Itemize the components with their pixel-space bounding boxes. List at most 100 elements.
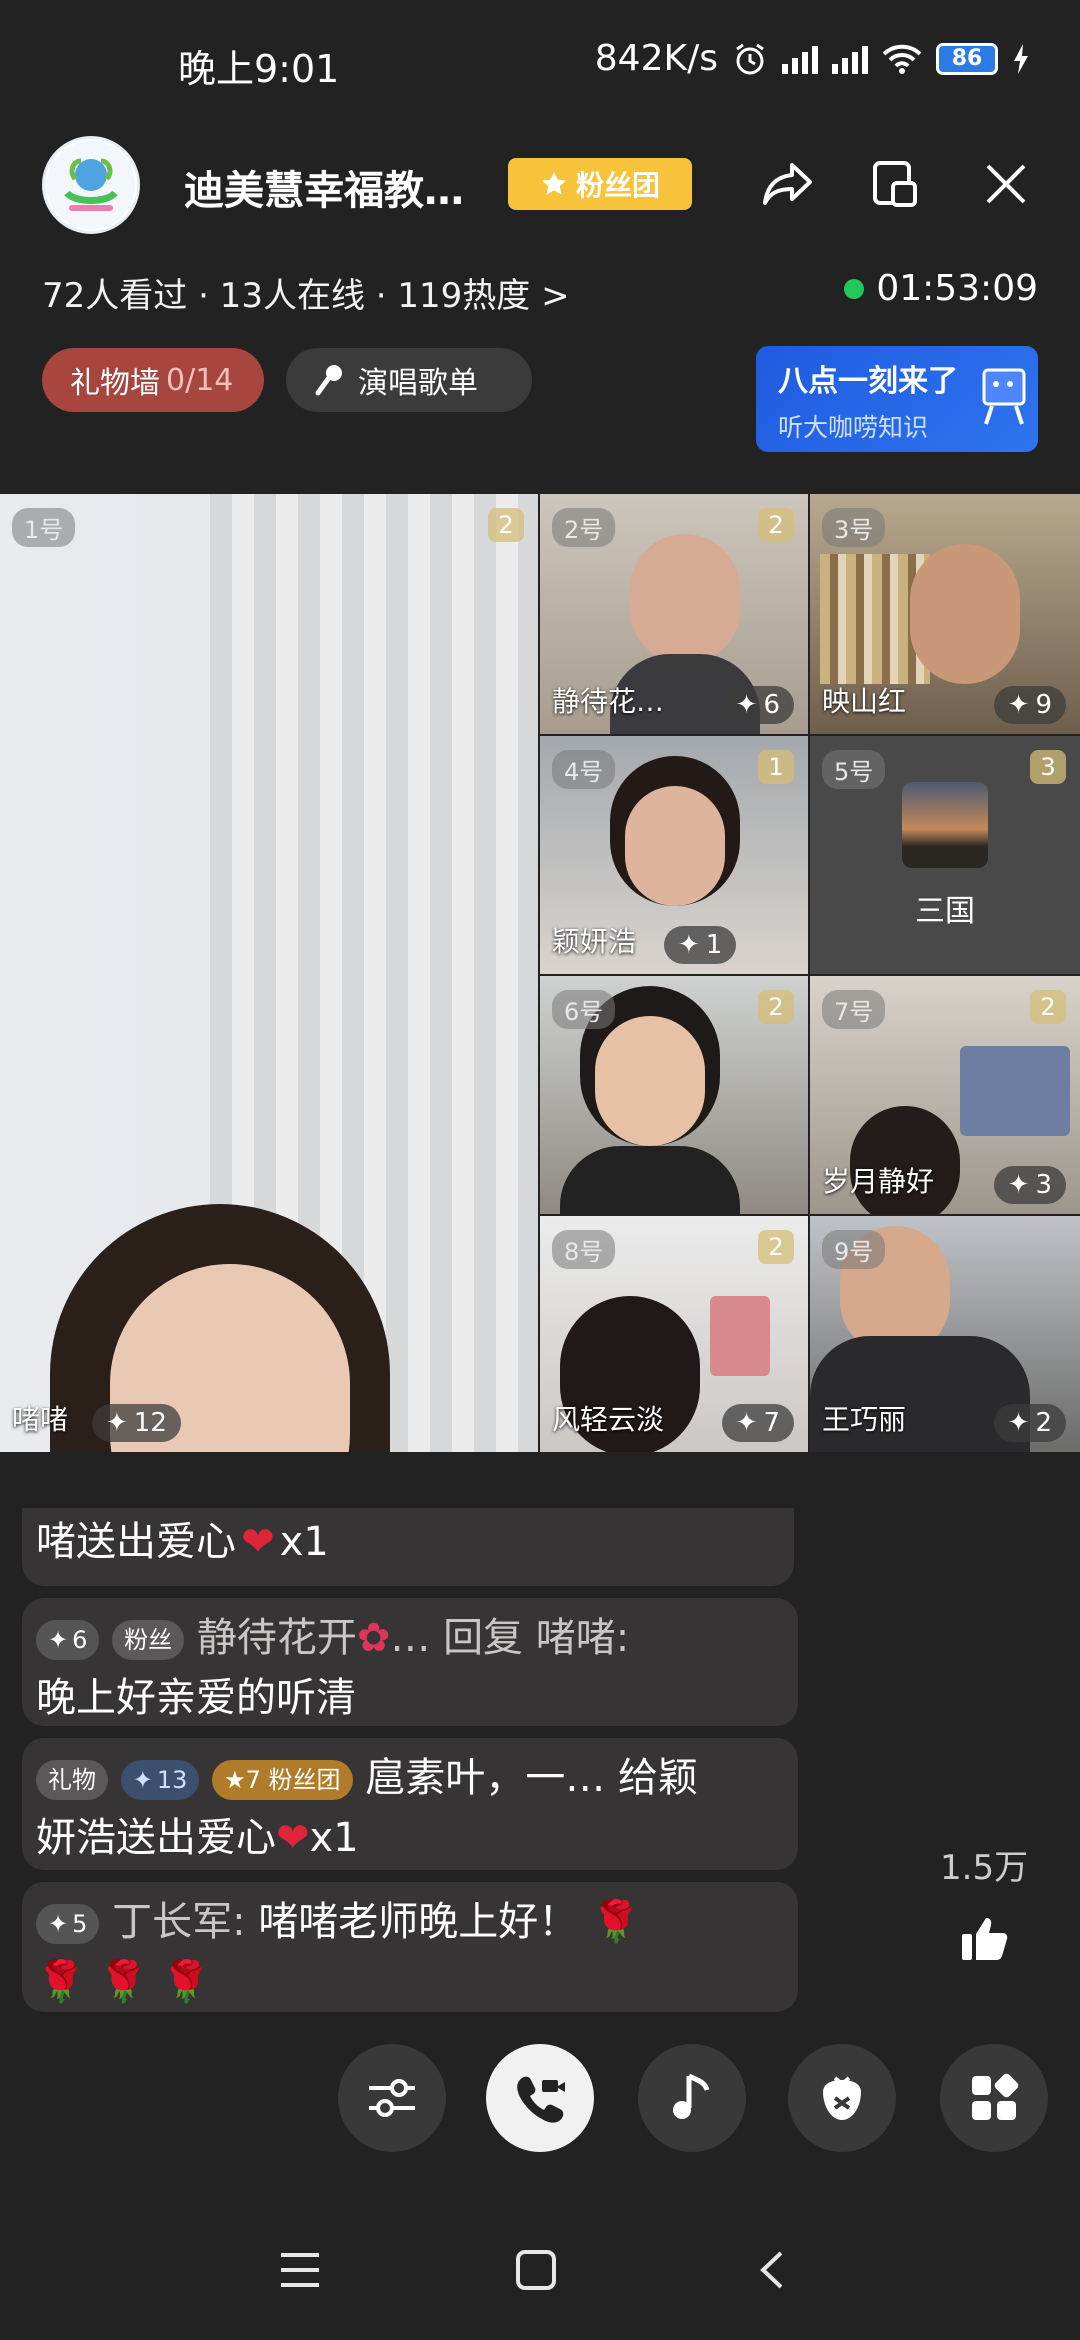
video-tile-3[interactable]: 3号 映山红 ✦ 9 xyxy=(810,494,1080,734)
user-level-badge: ✦ 13 xyxy=(120,1760,200,1800)
video-tile-8[interactable]: 8号 2 风轻云淡 ✦ 7 xyxy=(540,1216,808,1452)
status-time: 晚上9:01 xyxy=(178,47,340,91)
rose-icon: 🌹 xyxy=(591,1899,641,1945)
gift-tag: 礼物 xyxy=(36,1760,108,1800)
fans-club-label: 粉丝团 xyxy=(575,169,660,202)
easel-icon xyxy=(982,368,1026,425)
video-tile-7[interactable]: 7号 2 岁月静好 ✦ 3 xyxy=(810,976,1080,1214)
chat-username[interactable]: 静待花开 xyxy=(197,1615,357,1661)
chat-suffix: x1 xyxy=(279,1519,329,1565)
video-tile-6[interactable]: 6号 2 xyxy=(540,976,808,1214)
tile-number: 6号 xyxy=(552,990,616,1029)
gift-bag-icon xyxy=(823,2076,861,2120)
participant-face xyxy=(910,544,1020,684)
nav-menu-button[interactable] xyxy=(270,2240,330,2300)
tile-name: 映山红 xyxy=(822,685,907,718)
video-tile-5[interactable]: 三国 5号 3 xyxy=(810,736,1080,974)
chat-message-3[interactable]: 礼物 ✦ 13 ★ 7 粉丝团 扈素叶，一… 给颖 妍浩送出爱心❤x1 xyxy=(22,1738,798,1870)
tile-badge: 3 xyxy=(1030,750,1066,784)
tile-score: ✦ 12 xyxy=(92,1404,181,1442)
tile-number: 8号 xyxy=(552,1230,616,1269)
tile-badge: 2 xyxy=(488,508,524,542)
gift-wall-button[interactable]: 礼物墙 0/14 xyxy=(42,348,264,412)
music-note-icon xyxy=(673,2073,710,2119)
promo-banner[interactable]: 八点一刻来了 听大咖唠知识 xyxy=(756,346,1038,452)
video-tile-1[interactable]: 1号 2 啫啫 ✦ 12 xyxy=(0,494,538,1452)
chat-text: 晚上好亲爱的听清 xyxy=(36,1675,356,1721)
microphone-icon xyxy=(315,365,342,396)
menu-icon xyxy=(281,2253,319,2287)
chat-text: 啫送出爱心 xyxy=(36,1519,236,1565)
tile-name: 王巧丽 xyxy=(822,1403,907,1436)
more-apps-button[interactable] xyxy=(940,2044,1048,2152)
share-button[interactable] xyxy=(756,152,820,216)
tile-score: ✦ 9 xyxy=(993,686,1066,724)
wall-poster xyxy=(960,1046,1070,1136)
room-stats[interactable]: 72人看过 · 13人在线 · 119热度 > xyxy=(42,268,570,317)
chat-action: 给颖 xyxy=(617,1755,698,1801)
tile-number: 2号 xyxy=(552,508,616,547)
tile-number: 3号 xyxy=(822,508,886,547)
video-tile-4[interactable]: 4号 1 颖妍浩 ✦ 1 xyxy=(540,736,808,974)
chat-message-4[interactable]: ✦ 5 丁长军: 啫啫老师晚上好！ 🌹 🌹 🌹 🌹 xyxy=(22,1882,798,2012)
wifi-icon xyxy=(882,44,922,74)
tile-name: 颖妍浩 xyxy=(552,925,637,958)
sparkle-icon: ✦ xyxy=(735,690,758,720)
sparkle-icon: ✦ xyxy=(106,1408,128,1438)
participant-body xyxy=(560,1146,740,1214)
chat-username[interactable]: 丁长军: xyxy=(112,1899,245,1945)
sliders-icon xyxy=(369,2079,415,2117)
user-level-badge: ✦ 5 xyxy=(36,1904,100,1944)
minimize-window-button[interactable] xyxy=(864,152,928,216)
tile-badge: 2 xyxy=(1030,990,1066,1024)
sparkle-icon: ✦ xyxy=(1007,1170,1030,1200)
hd-signal-icon xyxy=(782,44,818,74)
heart-icon: ❤ xyxy=(241,1519,275,1565)
background-object xyxy=(710,1296,770,1376)
fans-club-button[interactable]: 粉丝团 xyxy=(508,158,692,210)
tile-name: 静待花… xyxy=(552,685,665,718)
like-button[interactable] xyxy=(958,1912,1012,1966)
tile-badge: 2 xyxy=(758,1230,794,1264)
battery-indicator: 86 xyxy=(936,42,998,75)
close-button[interactable] xyxy=(974,152,1038,216)
tile-score: ✦ 2 xyxy=(993,1404,1066,1442)
tile-score: ✦ 6 xyxy=(721,686,794,724)
host-avatar[interactable] xyxy=(42,136,140,234)
user-level-badge: ✦ 6 xyxy=(36,1620,100,1660)
room-title[interactable]: 迪美慧幸福教… xyxy=(184,158,464,216)
back-chevron-icon xyxy=(760,2251,783,2289)
charging-icon xyxy=(1014,43,1028,74)
timer-text: 01:53:09 xyxy=(876,268,1038,309)
tile-number: 4号 xyxy=(552,750,616,789)
tile-score: ✦ 3 xyxy=(993,1166,1066,1204)
chat-suffix: x1 xyxy=(309,1815,359,1861)
nav-home-button[interactable] xyxy=(506,2240,566,2300)
song-list-label: 演唱歌单 xyxy=(358,366,478,401)
chat-message-1[interactable]: 啫送出爱心 ❤ x1 xyxy=(22,1508,794,1586)
settings-adjust-button[interactable] xyxy=(338,2044,446,2152)
status-bar-right: 842K/s 86 xyxy=(595,38,1030,79)
chat-username[interactable]: 扈素叶，一… xyxy=(365,1755,605,1801)
video-tile-9[interactable]: 9号 王巧丽 ✦ 2 xyxy=(810,1216,1080,1452)
gift-wall-count: 0/14 xyxy=(166,362,234,398)
fans-tag: 粉丝 xyxy=(112,1620,185,1660)
chat-message-2[interactable]: ✦ 6 粉丝 静待花开✿… 回复 啫啫: 晚上好亲爱的听清 xyxy=(22,1598,798,1726)
tile-name: 三国 xyxy=(915,894,975,929)
video-call-button[interactable] xyxy=(486,2044,594,2152)
tile-number: 1号 xyxy=(12,508,76,547)
video-tile-2[interactable]: 2号 2 静待花… ✦ 6 xyxy=(540,494,808,734)
gift-bag-button[interactable] xyxy=(788,2044,896,2152)
tile-badge: 1 xyxy=(758,750,794,784)
sparkle-icon: ✦ xyxy=(1007,690,1030,720)
sparkle-icon: ✦ xyxy=(678,930,700,960)
pip-icon xyxy=(873,161,917,207)
like-count: 1.5万 xyxy=(940,1848,1029,1888)
tile-score: ✦ 7 xyxy=(721,1404,794,1442)
song-list-button[interactable]: 演唱歌单 xyxy=(286,348,532,412)
tile-score: ✦ 1 xyxy=(664,926,737,964)
share-icon xyxy=(763,163,812,205)
music-button[interactable] xyxy=(638,2044,746,2152)
nav-back-button[interactable] xyxy=(742,2240,802,2300)
sparkle-icon: ✦ xyxy=(735,1408,758,1438)
